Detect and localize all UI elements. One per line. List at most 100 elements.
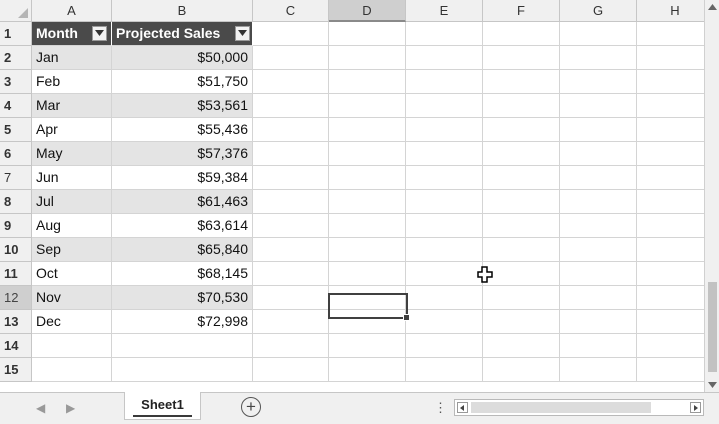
cell-F3[interactable] [483,70,560,94]
cell-D15[interactable] [329,358,406,382]
vertical-scrollbar[interactable] [704,0,719,392]
cell-A15[interactable] [32,358,112,382]
cell-D4[interactable] [329,94,406,118]
cell-D11[interactable] [329,262,406,286]
row-header-4[interactable]: 4 [0,94,32,118]
cell-B5[interactable]: $55,436 [112,118,253,142]
row-header-1[interactable]: 1 [0,22,32,46]
cell-C8[interactable] [253,190,329,214]
tab-split-handle-icon[interactable]: ⋮ [434,400,447,416]
cell-B12[interactable]: $70,530 [112,286,253,310]
cell-H11[interactable] [637,262,704,286]
scroll-right-arrow-icon[interactable] [690,402,701,413]
cell-C14[interactable] [253,334,329,358]
row-header-15[interactable]: 15 [0,358,32,382]
cell-G10[interactable] [560,238,637,262]
cell-B10[interactable]: $65,840 [112,238,253,262]
column-header-G[interactable]: G [560,0,637,22]
cell-H2[interactable] [637,46,704,70]
cell-A9[interactable]: Aug [32,214,112,238]
cell-E11[interactable] [406,262,483,286]
row-header-11[interactable]: 11 [0,262,32,286]
cell-D5[interactable] [329,118,406,142]
row-header-12[interactable]: 12 [0,286,32,310]
cell-F7[interactable] [483,166,560,190]
cell-C10[interactable] [253,238,329,262]
cell-F14[interactable] [483,334,560,358]
cell-D14[interactable] [329,334,406,358]
cell-C2[interactable] [253,46,329,70]
cell-B11[interactable]: $68,145 [112,262,253,286]
cell-C7[interactable] [253,166,329,190]
cell-A6[interactable]: May [32,142,112,166]
cell-E5[interactable] [406,118,483,142]
cell-B3[interactable]: $51,750 [112,70,253,94]
cell-H3[interactable] [637,70,704,94]
scroll-tabs-left-icon[interactable]: ◀ [36,401,45,415]
cell-C5[interactable] [253,118,329,142]
cell-B4[interactable]: $53,561 [112,94,253,118]
cell-C1[interactable] [253,22,329,46]
cell-B13[interactable]: $72,998 [112,310,253,334]
cell-A10[interactable]: Sep [32,238,112,262]
column-header-B[interactable]: B [112,0,253,22]
row-header-2[interactable]: 2 [0,46,32,70]
cell-A12[interactable]: Nov [32,286,112,310]
cell-G3[interactable] [560,70,637,94]
cell-E13[interactable] [406,310,483,334]
cell-H14[interactable] [637,334,704,358]
scroll-left-arrow-icon[interactable] [457,402,468,413]
cell-G9[interactable] [560,214,637,238]
cell-B9[interactable]: $63,614 [112,214,253,238]
cell-G6[interactable] [560,142,637,166]
row-header-8[interactable]: 8 [0,190,32,214]
cell-E4[interactable] [406,94,483,118]
cell-H10[interactable] [637,238,704,262]
spreadsheet-grid[interactable]: ABCDEFGH 1 2 3 4 5 6 7 8 9 10 11 12 13 14 15 Month Proj… [0,0,704,392]
cell-H7[interactable] [637,166,704,190]
sheet-tab[interactable]: Sheet1 [124,392,201,420]
cell-H15[interactable] [637,358,704,382]
cell-E9[interactable] [406,214,483,238]
cell-D1[interactable] [329,22,406,46]
cell-E2[interactable] [406,46,483,70]
scroll-up-arrow-icon[interactable] [708,4,717,10]
cell-A2[interactable]: Jan [32,46,112,70]
row-header-10[interactable]: 10 [0,238,32,262]
cell-D6[interactable] [329,142,406,166]
cell-F6[interactable] [483,142,560,166]
vertical-scroll-thumb[interactable] [708,282,717,372]
cell-C11[interactable] [253,262,329,286]
cell-B14[interactable] [112,334,253,358]
row-header-7[interactable]: 7 [0,166,32,190]
cell-A13[interactable]: Dec [32,310,112,334]
cell-D10[interactable] [329,238,406,262]
cell-F9[interactable] [483,214,560,238]
row-header-3[interactable]: 3 [0,70,32,94]
cell-A4[interactable]: Mar [32,94,112,118]
cell-C9[interactable] [253,214,329,238]
column-header-A[interactable]: A [32,0,112,22]
cell-E8[interactable] [406,190,483,214]
row-header-14[interactable]: 14 [0,334,32,358]
row-header-9[interactable]: 9 [0,214,32,238]
cell-G8[interactable] [560,190,637,214]
cell-B6[interactable]: $57,376 [112,142,253,166]
select-all-corner[interactable] [0,0,32,22]
column-header-H[interactable]: H [637,0,704,22]
table-header-A1[interactable]: Month [32,22,112,46]
row-header-6[interactable]: 6 [0,142,32,166]
cell-E10[interactable] [406,238,483,262]
cell-G4[interactable] [560,94,637,118]
cell-D8[interactable] [329,190,406,214]
cell-H9[interactable] [637,214,704,238]
cell-E12[interactable] [406,286,483,310]
cell-B7[interactable]: $59,384 [112,166,253,190]
cell-H13[interactable] [637,310,704,334]
cell-D7[interactable] [329,166,406,190]
table-header-B1[interactable]: Projected Sales [112,22,253,46]
cell-A3[interactable]: Feb [32,70,112,94]
cell-H5[interactable] [637,118,704,142]
cell-G13[interactable] [560,310,637,334]
filter-dropdown-B1[interactable] [235,26,250,41]
